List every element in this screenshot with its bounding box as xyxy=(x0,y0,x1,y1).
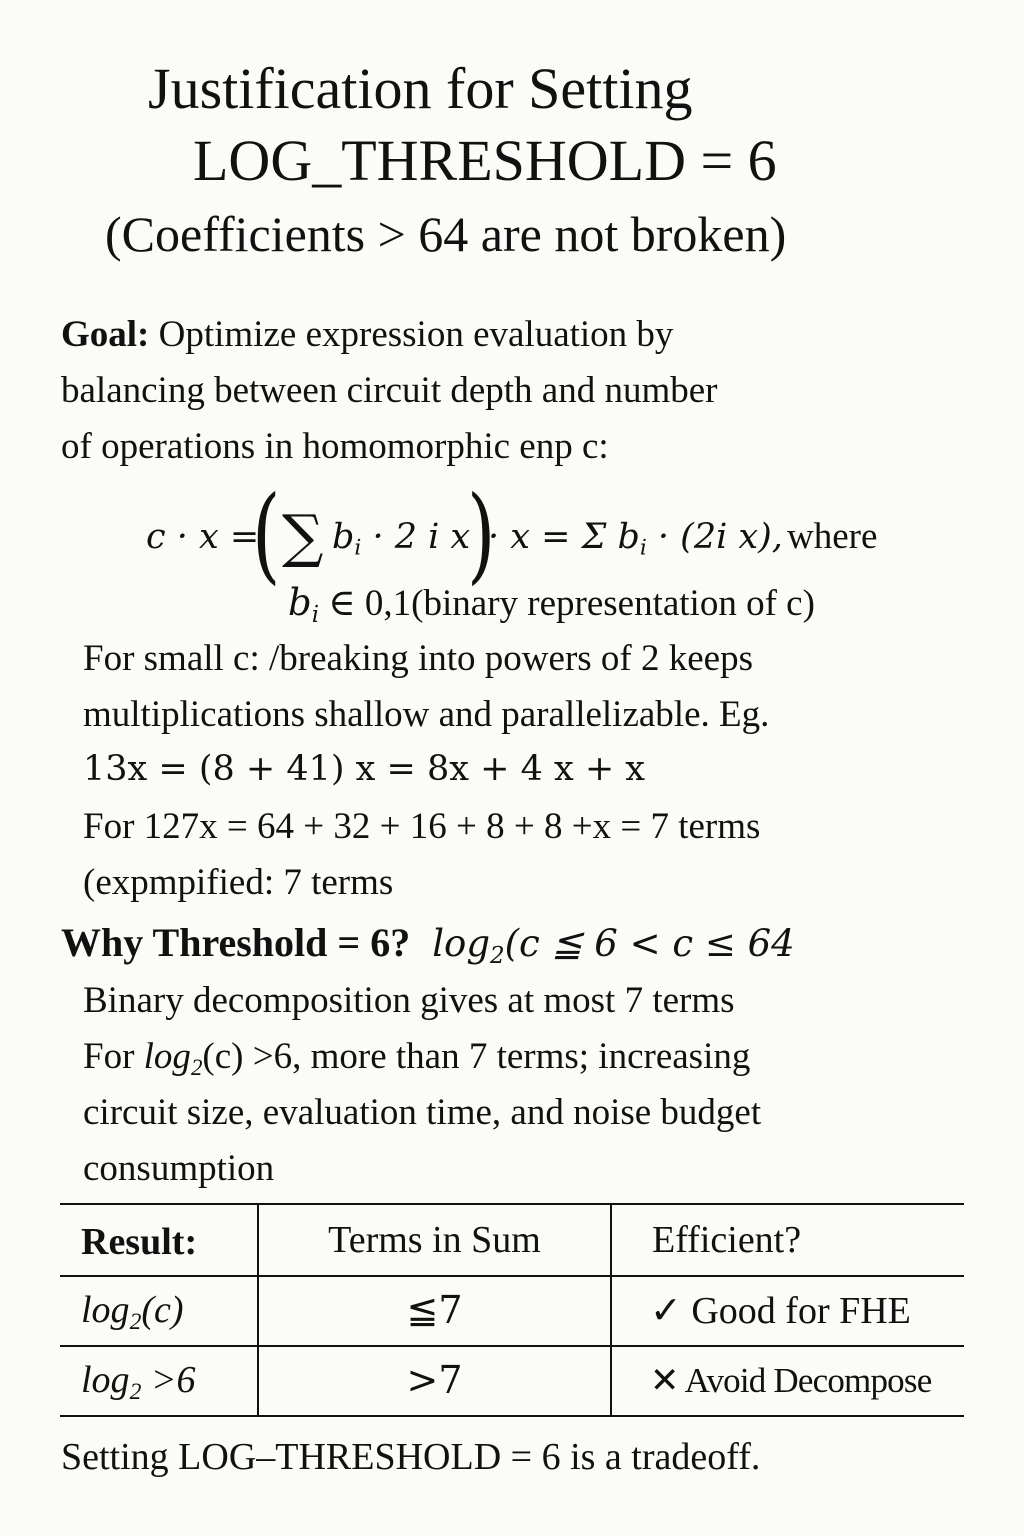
footer-conclusion: Setting LOG–THRESHOLD = 6 is a tradeoff. xyxy=(61,1436,761,1478)
table-row-2-terms: >7 xyxy=(406,1358,463,1402)
table-header-result: Result: xyxy=(81,1221,198,1263)
formula-where: where xyxy=(787,516,878,557)
example-13x: 13x = (8 + 41) x = 8x + 4 x + x xyxy=(83,749,646,789)
table-rule-bottom xyxy=(60,1415,964,1417)
formula-middle: · x = Σ bi · (2i x), xyxy=(488,517,783,561)
table-header-terms: Terms in Sum xyxy=(328,1219,541,1261)
why-threshold-label: Why Threshold = 6? xyxy=(61,920,411,965)
page-subtitle: (Coefficients > 64 are not broken) xyxy=(105,206,787,262)
example-127x: For 127x = 64 + 32 + 16 + 8 + 8 +x = 7 t… xyxy=(83,806,761,847)
why-line-2: For log2(c) >6, more than 7 terms; incre… xyxy=(83,1036,751,1080)
why-line-3: circuit size, evaluation time, and noise… xyxy=(83,1092,762,1133)
table-rule-header xyxy=(60,1275,964,1277)
table-divider-2 xyxy=(610,1203,612,1417)
page-title-threshold: LOG_THRESHOLD = 6 xyxy=(193,128,777,193)
cross-icon: ✕ xyxy=(650,1361,679,1401)
formula-inner-sum: bi · 2 i x xyxy=(332,517,471,561)
goal-label: Goal: xyxy=(61,314,150,355)
page-title: Justification for Setting xyxy=(148,56,693,121)
why-threshold-heading: Why Threshold = 6? log2(c ≦ 6 < c ≤ 64 xyxy=(61,923,795,968)
table-row-1-result: log2(c) xyxy=(81,1289,184,1336)
table-row-2-efficient: ✕ Avoid Decompose xyxy=(650,1361,932,1401)
example-note: (expmpified: 7 terms xyxy=(83,862,394,903)
table-row-1-efficient: ✓ Good for FHE xyxy=(650,1288,911,1332)
table-row-2-result: log2 >6 xyxy=(81,1359,196,1406)
goal-text-1: Optimize expression evaluation by xyxy=(158,314,674,355)
small-c-line-2: multiplications shallow and parallelizab… xyxy=(83,694,770,735)
goal-line-1: Goal: Optimize expression evaluation by xyxy=(61,316,673,353)
result-table: Result: Terms in Sum Efficient? log2(c) … xyxy=(60,1203,964,1417)
why-line-1: Binary decomposition gives at most 7 ter… xyxy=(83,980,735,1021)
table-row-1-terms: ≦7 xyxy=(406,1288,463,1332)
formula-lhs: c · x = xyxy=(146,517,260,557)
table-rule-top xyxy=(60,1203,964,1205)
small-c-line-1: For small c: /breaking into powers of 2 … xyxy=(83,638,753,679)
why-line-4: consumption xyxy=(83,1148,275,1189)
why-threshold-expr: log2(c ≦ 6 < c ≤ 64 xyxy=(432,922,795,969)
formula-condition: bi ∈ 0,1(binary representation of c) xyxy=(288,581,815,628)
check-icon: ✓ xyxy=(650,1288,682,1332)
formula-left-paren: ( xyxy=(252,473,281,595)
formula-sigma-symbol: ∑ xyxy=(282,502,324,570)
table-rule-row xyxy=(60,1345,964,1347)
goal-line-3: of operations in homomorphic enp c: xyxy=(61,426,609,467)
goal-line-2: balancing between circuit depth and numb… xyxy=(61,370,718,411)
table-header-efficient: Efficient? xyxy=(652,1219,802,1261)
